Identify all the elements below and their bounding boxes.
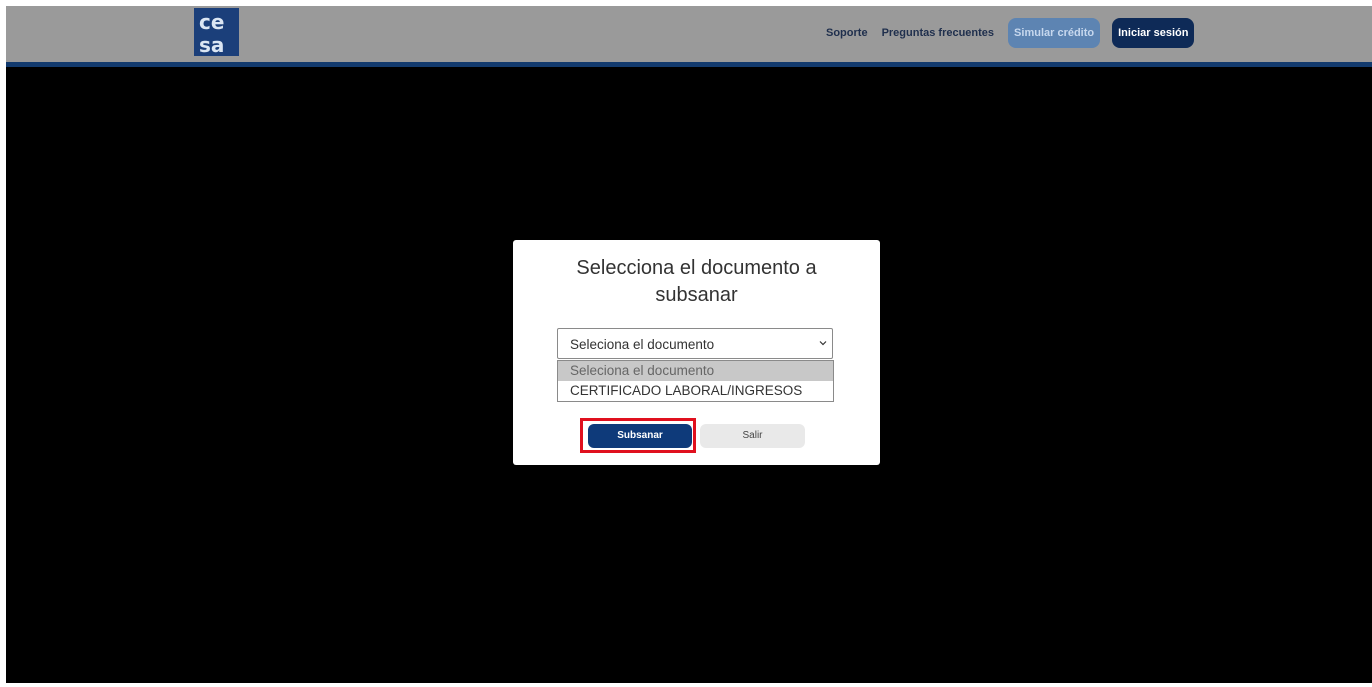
dropdown-option[interactable]: Seleciona el documento (558, 361, 833, 381)
modal-title: Selecciona el documento a subsanar (576, 257, 817, 306)
subsanar-button[interactable]: Subsanar (588, 424, 692, 448)
document-select-modal: Selecciona el documento a subsanar Selec… (513, 240, 880, 465)
document-select-value: Seleciona el documento (570, 337, 715, 352)
nav-faq-link[interactable]: Preguntas frecuentes (882, 27, 994, 39)
login-button[interactable]: Iniciar sesión (1112, 18, 1195, 48)
cesa-logo[interactable]: ce sa (194, 8, 239, 56)
document-select[interactable]: Seleciona el documento (557, 328, 833, 359)
salir-button[interactable]: Salir (700, 424, 805, 448)
nav-soporte-link[interactable]: Soporte (826, 27, 868, 39)
cesa-logo-icon: ce sa (199, 10, 224, 56)
chevron-down-icon (819, 341, 827, 346)
svg-text:sa: sa (199, 33, 224, 56)
dropdown-option[interactable]: CERTIFICADO LABORAL/INGRESOS (558, 381, 833, 400)
svg-text:ce: ce (199, 10, 224, 34)
simulate-credit-button[interactable]: Simular crédito (1008, 18, 1101, 48)
top-nav: Soporte Preguntas frecuentes Simular cré… (826, 18, 1195, 48)
document-dropdown-list: Seleciona el documento CERTIFICADO LABOR… (557, 360, 834, 402)
